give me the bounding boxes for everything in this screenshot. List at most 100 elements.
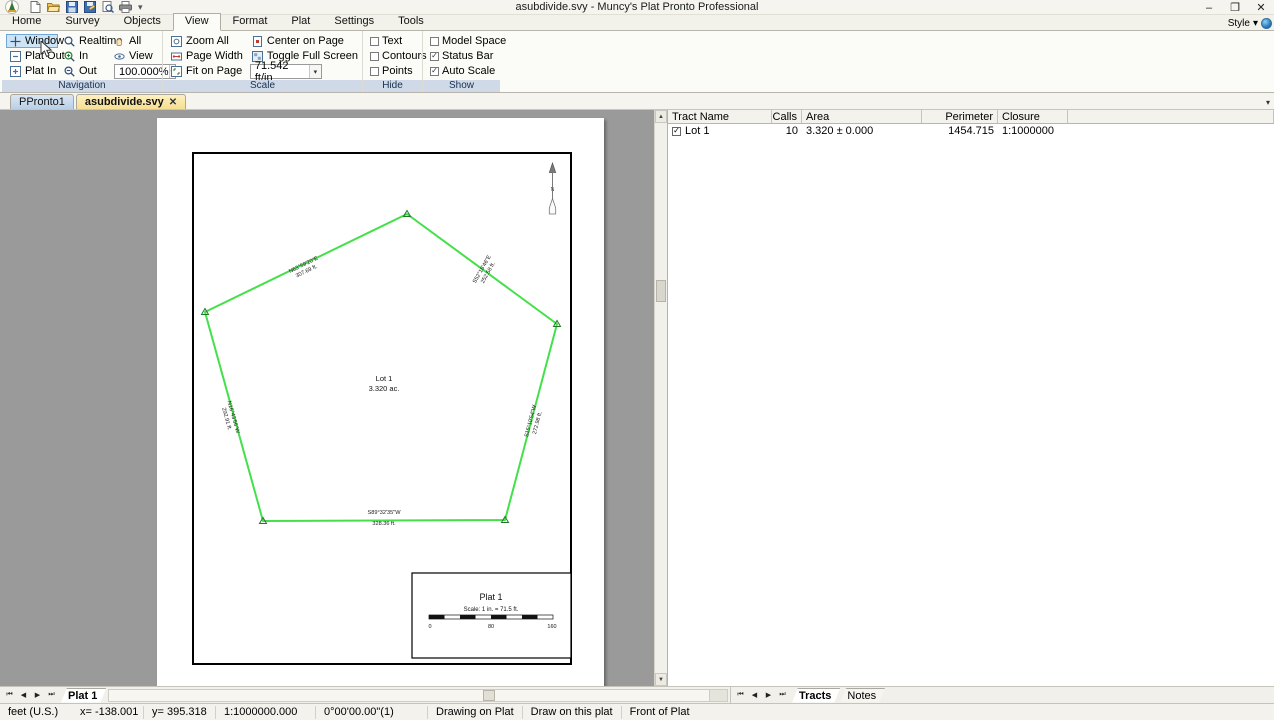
status-mode: Drawing on Plat bbox=[428, 705, 523, 719]
checkbox-icon[interactable] bbox=[370, 36, 379, 46]
chevron-down-icon[interactable]: ▾ bbox=[308, 65, 321, 78]
column-header-closure[interactable]: Closure bbox=[998, 110, 1068, 123]
last-sheet-icon[interactable]: ⏭ bbox=[776, 689, 789, 702]
hide-points-checkbox[interactable]: Points bbox=[367, 64, 418, 78]
checkbox-checked-icon[interactable]: ✓ bbox=[430, 66, 439, 76]
scrollbar-thumb[interactable] bbox=[656, 280, 666, 302]
zoom-out-button[interactable]: Out bbox=[60, 64, 108, 78]
tab-tools[interactable]: Tools bbox=[386, 13, 436, 30]
chevron-down-icon[interactable]: ▾ bbox=[1253, 18, 1258, 29]
line-label-5: N16°43'56"W 292.91 ft. bbox=[220, 400, 240, 434]
document-tab-bar[interactable]: PPronto1 asubdivide.svy ✕ ▾ bbox=[0, 93, 1274, 110]
scroll-up-icon[interactable]: ▲ bbox=[655, 110, 667, 123]
tracts-grid-header[interactable]: Tract Name Calls Area Perimeter Closure bbox=[668, 110, 1274, 124]
style-swatch-icon[interactable] bbox=[1261, 18, 1272, 29]
show-model-space-checkbox[interactable]: Model Space bbox=[427, 34, 506, 48]
open-icon[interactable] bbox=[46, 1, 61, 14]
tracts-grid-body[interactable]: ✓ Lot 1 10 3.320 ± 0.000 1454.715 1:1000… bbox=[668, 124, 1274, 686]
save-icon[interactable] bbox=[64, 1, 79, 14]
cell-tract-name[interactable]: ✓ Lot 1 bbox=[668, 125, 772, 137]
tab-plat[interactable]: Plat bbox=[279, 13, 322, 30]
sheet-tab-notes[interactable]: Notes bbox=[840, 688, 885, 703]
status-units: feet (U.S.) bbox=[8, 706, 59, 718]
row-checkbox-icon[interactable]: ✓ bbox=[672, 126, 681, 136]
ribbon-tab-bar[interactable]: Home Survey Objects View Format Plat Set… bbox=[0, 13, 1274, 31]
zoom-all-icon bbox=[170, 35, 183, 48]
show-status-bar-checkbox[interactable]: ✓ Status Bar bbox=[427, 49, 496, 63]
plat-sheet-bar[interactable]: ⏮ ◀ ▶ ⏭ Plat 1 bbox=[0, 687, 730, 703]
zoom-all-button[interactable]: Zoom All bbox=[167, 34, 246, 48]
style-selector[interactable]: Style ▾ bbox=[1228, 18, 1272, 29]
page-width-button[interactable]: Page Width bbox=[167, 49, 246, 63]
sheet-tab-tracts[interactable]: Tracts bbox=[792, 688, 840, 703]
first-sheet-icon[interactable]: ⏮ bbox=[3, 689, 16, 702]
checkbox-icon[interactable] bbox=[430, 36, 439, 46]
plat-in-button[interactable]: Plat In bbox=[6, 64, 58, 78]
plat-horizontal-scroll[interactable] bbox=[108, 688, 728, 703]
checkbox-icon[interactable] bbox=[370, 51, 379, 61]
lot-boundary[interactable] bbox=[204, 213, 558, 522]
quick-access-toolbar[interactable]: ▾ bbox=[24, 1, 145, 14]
next-sheet-icon[interactable]: ▶ bbox=[762, 689, 775, 702]
tab-home[interactable]: Home bbox=[0, 13, 53, 30]
minimize-button[interactable]: – bbox=[1196, 0, 1222, 15]
plat-vertical-scrollbar[interactable]: ▲ ▼ bbox=[654, 110, 667, 686]
print-preview-icon[interactable] bbox=[100, 1, 115, 14]
tab-view[interactable]: View bbox=[172, 13, 221, 31]
document-tab-asubdivide[interactable]: asubdivide.svy ✕ bbox=[75, 94, 187, 109]
column-header-extra[interactable] bbox=[1068, 110, 1274, 123]
show-auto-scale-checkbox[interactable]: ✓ Auto Scale bbox=[427, 64, 496, 78]
document-tab-ppronto1[interactable]: PPronto1 bbox=[10, 94, 74, 109]
column-header-perimeter[interactable]: Perimeter bbox=[922, 110, 998, 123]
plat-drawing-area[interactable]: N N63°59'20"E 307.69 ft. S52°18'46"E 252… bbox=[0, 110, 667, 686]
zoom-window-button[interactable]: Window bbox=[6, 34, 64, 48]
center-on-page-button[interactable]: Center on Page bbox=[248, 34, 361, 48]
next-sheet-icon[interactable]: ▶ bbox=[31, 689, 44, 702]
chevron-down-icon[interactable]: ▾ bbox=[1266, 98, 1270, 107]
zoom-in-button[interactable]: In bbox=[60, 49, 108, 63]
qat-overflow-icon[interactable]: ▾ bbox=[136, 2, 145, 13]
tab-format[interactable]: Format bbox=[221, 13, 280, 30]
window-controls[interactable]: – ❐ ✕ bbox=[1196, 0, 1274, 15]
prev-sheet-icon[interactable]: ◀ bbox=[748, 689, 761, 702]
tab-settings[interactable]: Settings bbox=[322, 13, 386, 30]
checkbox-icon[interactable] bbox=[370, 66, 379, 76]
tab-objects[interactable]: Objects bbox=[112, 13, 173, 30]
restore-button[interactable]: ❐ bbox=[1222, 0, 1248, 15]
close-button[interactable]: ✕ bbox=[1248, 0, 1274, 15]
window-title: asubdivide.svy - Muncy's Plat Pronto Pro… bbox=[515, 1, 759, 13]
plat-canvas[interactable]: N N63°59'20"E 307.69 ft. S52°18'46"E 252… bbox=[0, 110, 654, 686]
column-header-tract-name[interactable]: Tract Name bbox=[668, 110, 772, 123]
realtime-zoom-button[interactable]: Realtime bbox=[60, 34, 122, 48]
column-header-calls[interactable]: Calls bbox=[772, 110, 802, 123]
horizontal-scrollbar[interactable] bbox=[108, 688, 728, 702]
prev-sheet-icon[interactable]: ◀ bbox=[17, 689, 30, 702]
checkbox-checked-icon[interactable]: ✓ bbox=[430, 51, 439, 61]
plat-sheet-nav[interactable]: ⏮ ◀ ▶ ⏭ bbox=[0, 689, 61, 702]
tracts-sheet-nav[interactable]: ⏮ ◀ ▶ ⏭ bbox=[731, 689, 792, 702]
fit-on-page-button[interactable]: Fit on Page bbox=[167, 64, 246, 78]
lot-label-group: Lot 1 3.320 ac. bbox=[369, 374, 400, 393]
print-icon[interactable] bbox=[118, 1, 133, 14]
pan-all-label: All bbox=[129, 35, 142, 47]
scrollbar-thumb[interactable] bbox=[483, 689, 496, 701]
table-row[interactable]: ✓ Lot 1 10 3.320 ± 0.000 1454.715 1:1000… bbox=[668, 124, 1274, 138]
scale-combobox[interactable]: 71.542 ft/in ▾ bbox=[249, 60, 322, 84]
sheet-tab-plat-1[interactable]: Plat 1 bbox=[61, 688, 106, 703]
close-icon[interactable]: ✕ bbox=[169, 97, 177, 108]
ribbon-group-scale: Zoom All Page Width Fit on Page Center o… bbox=[162, 31, 362, 92]
scroll-down-icon[interactable]: ▼ bbox=[655, 673, 667, 686]
tab-survey[interactable]: Survey bbox=[53, 13, 111, 30]
column-header-area[interactable]: Area bbox=[802, 110, 922, 123]
plat-graphics[interactable]: N N63°59'20"E 307.69 ft. S52°18'46"E 252… bbox=[157, 118, 604, 686]
hide-contours-checkbox[interactable]: Contours bbox=[367, 49, 427, 63]
hide-text-checkbox[interactable]: Text bbox=[367, 34, 418, 48]
plat-out-button[interactable]: Plat Out bbox=[6, 49, 65, 63]
scrollbar-end-button[interactable] bbox=[709, 689, 727, 701]
save-as-icon[interactable] bbox=[82, 1, 97, 14]
title-block-title: Plat 1 bbox=[479, 592, 502, 602]
first-sheet-icon[interactable]: ⏮ bbox=[734, 689, 747, 702]
tracts-sheet-bar[interactable]: ⏮ ◀ ▶ ⏭ Tracts Notes bbox=[730, 687, 1274, 703]
last-sheet-icon[interactable]: ⏭ bbox=[45, 689, 58, 702]
new-icon[interactable] bbox=[28, 1, 43, 14]
